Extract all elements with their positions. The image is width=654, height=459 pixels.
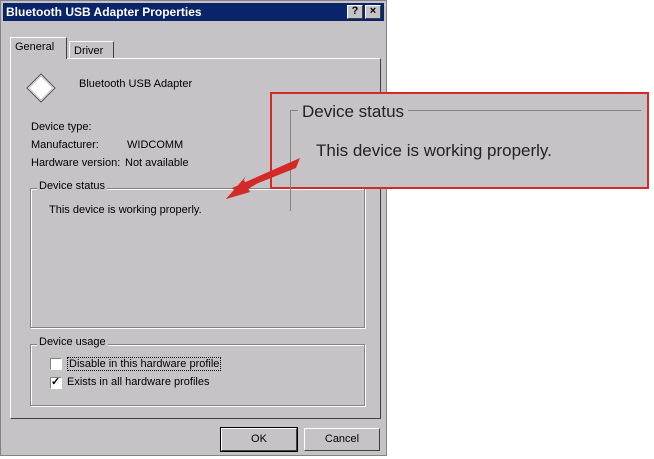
- device-usage-group: [30, 344, 365, 406]
- device-name: Bluetooth USB Adapter: [79, 78, 193, 90]
- disable-profile-checkbox[interactable]: [50, 358, 62, 370]
- window-title: Bluetooth USB Adapter Properties: [6, 5, 202, 19]
- ok-button[interactable]: OK: [220, 427, 298, 452]
- callout-status-text: This device is working properly.: [316, 141, 552, 160]
- diamond-device-icon: [26, 73, 56, 103]
- help-icon: ?: [351, 5, 359, 17]
- exists-profiles-label[interactable]: Exists in all hardware profiles: [67, 376, 209, 388]
- title-bar: Bluetooth USB Adapter Properties ? ×: [3, 3, 384, 21]
- help-button[interactable]: ?: [347, 5, 363, 19]
- hardware-version-value: Not available: [125, 157, 189, 169]
- checkmark-icon: ✓: [51, 376, 61, 388]
- callout-legend: Device status: [298, 102, 409, 122]
- manufacturer-value: WIDCOMM: [127, 139, 184, 151]
- disable-profile-label[interactable]: Disable in this hardware profile: [67, 357, 222, 371]
- device-status-text: This device is working properly.: [49, 204, 202, 216]
- device-usage-legend: Device usage: [37, 336, 108, 348]
- tab-general[interactable]: General: [10, 37, 67, 59]
- manufacturer-label: Manufacturer:: [31, 139, 99, 151]
- cancel-button[interactable]: Cancel: [304, 428, 380, 451]
- close-button[interactable]: ×: [365, 5, 381, 19]
- device-type-label: Device type:: [31, 121, 92, 133]
- close-icon: ×: [369, 5, 377, 17]
- device-status-legend: Device status: [37, 180, 108, 192]
- hardware-version-label: Hardware version:: [31, 157, 121, 169]
- exists-profiles-checkbox[interactable]: ✓: [50, 376, 62, 389]
